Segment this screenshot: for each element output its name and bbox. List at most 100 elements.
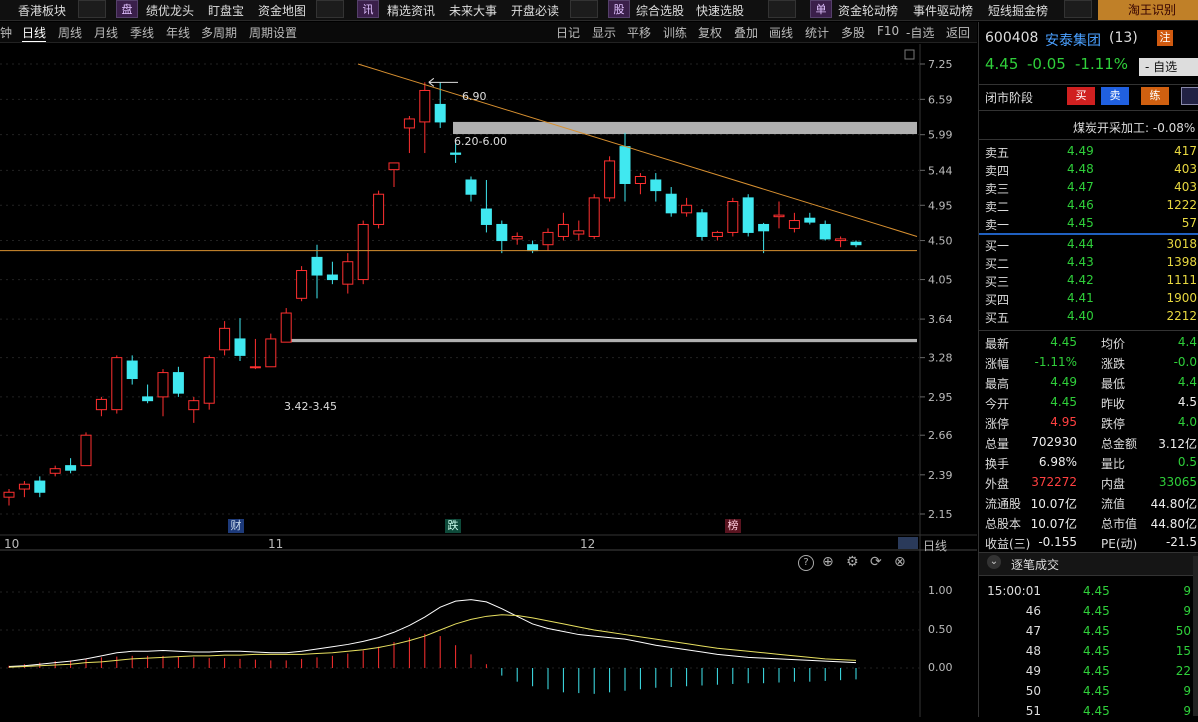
candle[interactable]: [681, 197, 693, 217]
candle[interactable]: [326, 261, 338, 285]
candle[interactable]: [573, 220, 585, 241]
industry-info[interactable]: 煤炭开采加工: -0.08%: [1073, 119, 1195, 136]
candle[interactable]: [126, 355, 138, 385]
tb-fund-map[interactable]: 资金地图: [258, 2, 306, 19]
stock-name[interactable]: 安泰集团: [1045, 30, 1101, 50]
support-zone[interactable]: [282, 338, 917, 343]
period-multi[interactable]: 多周期: [201, 24, 237, 41]
candle[interactable]: [65, 458, 77, 474]
btn-display[interactable]: 显示: [592, 24, 616, 41]
marker-ranking[interactable]: 榜: [725, 519, 741, 533]
candle[interactable]: [342, 253, 354, 294]
candle[interactable]: [588, 194, 600, 239]
candle[interactable]: [619, 132, 631, 202]
candle[interactable]: [527, 240, 539, 254]
trend-line[interactable]: [357, 63, 918, 237]
orderbook-row[interactable]: 买二 4.43 1398: [979, 254, 1198, 272]
period-quarterly[interactable]: 季线: [130, 24, 154, 41]
btn-draw[interactable]: 画线: [769, 24, 793, 41]
candle[interactable]: [819, 220, 831, 241]
tb-quick-select[interactable]: 快速选股: [696, 2, 744, 19]
zoom-icon[interactable]: ⊕: [822, 554, 834, 570]
tb-stock-select[interactable]: 综合选股: [636, 2, 684, 19]
period-monthly[interactable]: 月线: [94, 24, 118, 41]
help-icon[interactable]: ?: [798, 555, 814, 571]
candle[interactable]: [465, 176, 477, 202]
btn-back[interactable]: 返回: [946, 24, 970, 41]
refresh-icon[interactable]: ⟳: [870, 554, 882, 570]
chevron-down-icon[interactable]: ⌄: [987, 555, 1001, 569]
tb-spacer-button[interactable]: [768, 0, 796, 18]
marker-finance[interactable]: 财: [228, 519, 244, 533]
candle[interactable]: [234, 318, 246, 362]
candle[interactable]: [3, 489, 15, 506]
candle[interactable]: [804, 212, 816, 225]
tb-spacer-button[interactable]: [316, 0, 344, 18]
scrollbar[interactable]: [1193, 556, 1198, 716]
candle[interactable]: [850, 240, 862, 248]
orderbook-row[interactable]: 买四 4.41 1900: [979, 290, 1198, 308]
period-daily[interactable]: 日线: [22, 24, 47, 42]
btn-overlay[interactable]: 叠加: [734, 24, 758, 41]
candle[interactable]: [111, 355, 123, 414]
candle[interactable]: [742, 194, 754, 237]
orderbook-row[interactable]: 买三 4.42 1111: [979, 272, 1198, 290]
btn-adjust[interactable]: 复权: [698, 24, 722, 41]
candle[interactable]: [511, 232, 523, 245]
candle[interactable]: [188, 396, 200, 423]
tb-hk-sector[interactable]: 香港板块: [18, 2, 66, 19]
candle[interactable]: [49, 465, 61, 477]
note-badge[interactable]: 注: [1157, 30, 1173, 46]
maximize-icon[interactable]: [904, 49, 915, 60]
orderbook-row[interactable]: 卖三 4.47 403: [979, 179, 1198, 197]
candle[interactable]: [650, 173, 662, 202]
tb-promo-button[interactable]: 淘王识别: [1098, 0, 1198, 20]
candle[interactable]: [711, 230, 723, 241]
tb-watch-treasure[interactable]: 盯盘宝: [208, 2, 244, 19]
tb-quality-leaders[interactable]: 绩优龙头: [146, 2, 194, 19]
candle[interactable]: [265, 333, 277, 368]
orderbook-row[interactable]: 卖四 4.48 403: [979, 161, 1198, 179]
tb-short-term[interactable]: 短线掘金榜: [988, 2, 1048, 19]
orderbook-row[interactable]: 卖五 4.49 417: [979, 143, 1198, 161]
candle[interactable]: [665, 187, 677, 217]
candle[interactable]: [388, 162, 400, 188]
candle[interactable]: [157, 369, 169, 417]
resistance-zone[interactable]: [453, 121, 917, 135]
btn-unwatch[interactable]: -自选: [906, 24, 934, 41]
tb-spacer-button[interactable]: [1064, 0, 1092, 18]
btn-pan[interactable]: 平移: [627, 24, 651, 41]
candle[interactable]: [604, 156, 616, 202]
candle[interactable]: [496, 220, 508, 254]
link-icon[interactable]: [1181, 87, 1198, 105]
candle[interactable]: [696, 209, 708, 241]
tb-select-news[interactable]: 精选资讯: [387, 2, 435, 19]
scroll-handle[interactable]: [898, 537, 918, 549]
btn-train[interactable]: 训练: [663, 24, 687, 41]
period-settings[interactable]: 周期设置: [249, 24, 297, 41]
candle[interactable]: [18, 481, 30, 498]
buy-button[interactable]: 买: [1067, 87, 1095, 105]
orderbook-row[interactable]: 卖一 4.45 57: [979, 215, 1198, 233]
sell-button[interactable]: 卖: [1101, 87, 1129, 105]
watchlist-button[interactable]: - 自选: [1139, 58, 1198, 76]
candle[interactable]: [542, 228, 554, 251]
ticks-header[interactable]: ⌄ 逐笔成交: [979, 552, 1198, 576]
candle[interactable]: [557, 212, 569, 241]
candle[interactable]: [480, 179, 492, 233]
candle[interactable]: [95, 396, 107, 417]
candle[interactable]: [311, 244, 323, 299]
period-weekly[interactable]: 周线: [58, 24, 82, 41]
candle[interactable]: [172, 366, 184, 397]
candle[interactable]: [727, 197, 739, 237]
candle[interactable]: [373, 190, 385, 229]
candle[interactable]: [419, 82, 431, 154]
close-icon[interactable]: ⊗: [894, 554, 906, 570]
orderbook-row[interactable]: 卖二 4.46 1222: [979, 197, 1198, 215]
tb-open-must-read[interactable]: 开盘必读: [511, 2, 559, 19]
candle[interactable]: [34, 476, 46, 498]
candle[interactable]: [219, 321, 231, 356]
gear-icon[interactable]: ⚙: [846, 554, 859, 570]
btn-multistock[interactable]: 多股: [841, 24, 865, 41]
practice-button[interactable]: 练: [1141, 87, 1169, 105]
